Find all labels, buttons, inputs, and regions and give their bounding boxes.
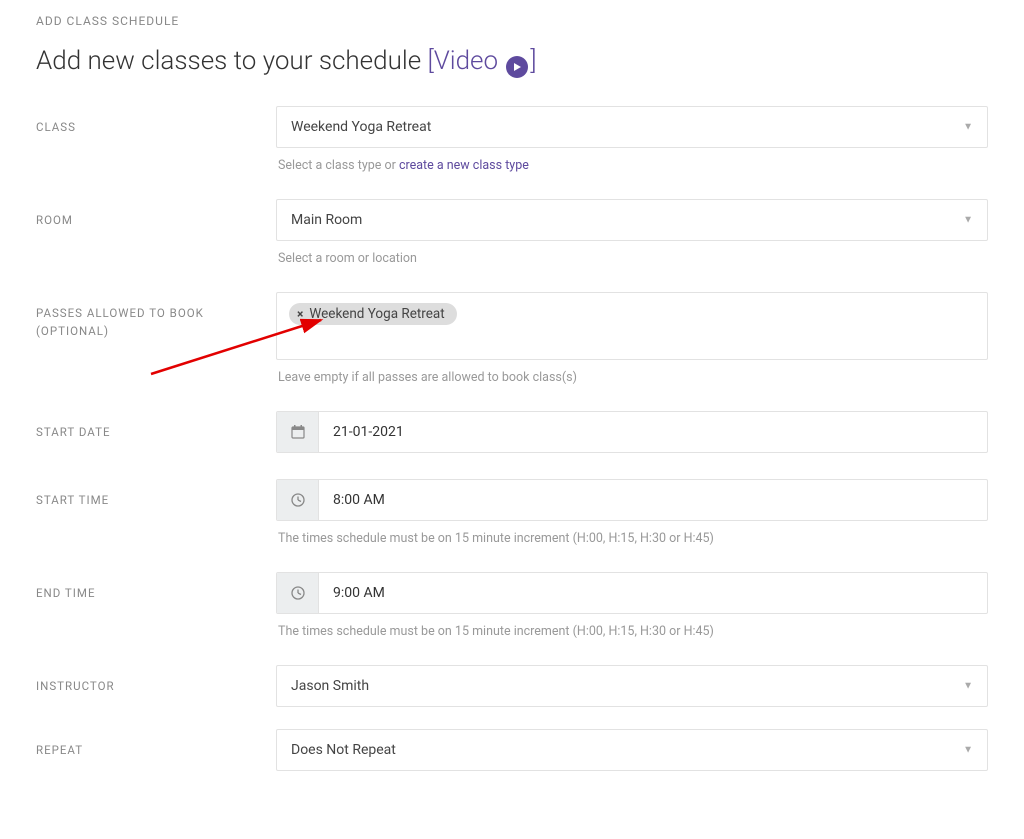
end-time-value: 9:00 AM (319, 575, 399, 611)
calendar-icon (277, 412, 319, 452)
label-class: CLASS (36, 106, 276, 136)
class-select-value: Weekend Yoga Retreat (291, 119, 431, 135)
chip-label: Weekend Yoga Retreat (309, 306, 444, 322)
label-passes: PASSES ALLOWED TO BOOK (OPTIONAL) (36, 292, 276, 341)
chevron-down-icon: ▼ (963, 122, 973, 133)
page-title: Add new classes to your schedule [Video … (36, 46, 988, 78)
video-suffix: ] (530, 46, 536, 76)
chip-remove-icon[interactable]: × (297, 307, 303, 321)
row-end-time: END TIME 9:00 AM The times schedule must… (36, 572, 988, 657)
video-prefix: [Video (427, 46, 504, 76)
row-start-time: START TIME 8:00 AM The times schedule mu… (36, 479, 988, 564)
row-repeat: REPEAT Does Not Repeat ▼ (36, 729, 988, 771)
passes-helper: Leave empty if all passes are allowed to… (278, 370, 988, 385)
room-select[interactable]: Main Room ▼ (276, 199, 988, 241)
start-time-helper: The times schedule must be on 15 minute … (278, 531, 988, 546)
label-repeat: REPEAT (36, 729, 276, 759)
repeat-select-value: Does Not Repeat (291, 742, 396, 758)
start-date-value: 21-01-2021 (319, 414, 418, 450)
label-start-time: START TIME (36, 479, 276, 509)
end-time-input[interactable]: 9:00 AM (276, 572, 988, 614)
repeat-select[interactable]: Does Not Repeat ▼ (276, 729, 988, 771)
start-date-input[interactable]: 21-01-2021 (276, 411, 988, 453)
chevron-down-icon: ▼ (963, 215, 973, 226)
clock-icon (277, 573, 319, 613)
start-time-input[interactable]: 8:00 AM (276, 479, 988, 521)
class-helper: Select a class type or create a new clas… (278, 158, 988, 173)
label-room: ROOM (36, 199, 276, 229)
video-help-link[interactable]: [Video ] (427, 46, 536, 76)
room-select-value: Main Room (291, 212, 362, 228)
room-helper: Select a room or location (278, 251, 988, 266)
pass-chip: × Weekend Yoga Retreat (289, 303, 457, 325)
class-helper-text: Select a class type or (278, 158, 399, 173)
label-instructor: INSTRUCTOR (36, 665, 276, 695)
title-text: Add new classes to your schedule (36, 46, 427, 76)
class-select[interactable]: Weekend Yoga Retreat ▼ (276, 106, 988, 148)
instructor-select[interactable]: Jason Smith ▼ (276, 665, 988, 707)
row-instructor: INSTRUCTOR Jason Smith ▼ (36, 665, 988, 721)
row-room: ROOM Main Room ▼ Select a room or locati… (36, 199, 988, 284)
end-time-helper: The times schedule must be on 15 minute … (278, 624, 988, 639)
create-class-type-link[interactable]: create a new class type (399, 158, 529, 173)
passes-input[interactable]: × Weekend Yoga Retreat (276, 292, 988, 360)
breadcrumb: ADD CLASS SCHEDULE (36, 14, 988, 28)
clock-icon (277, 480, 319, 520)
start-time-value: 8:00 AM (319, 482, 399, 518)
label-end-time: END TIME (36, 572, 276, 602)
row-class: CLASS Weekend Yoga Retreat ▼ Select a cl… (36, 106, 988, 191)
chevron-down-icon: ▼ (963, 681, 973, 692)
chevron-down-icon: ▼ (963, 745, 973, 756)
label-start-date: START DATE (36, 411, 276, 441)
play-icon (506, 56, 528, 78)
row-passes: PASSES ALLOWED TO BOOK (OPTIONAL) × Week… (36, 292, 988, 403)
row-start-date: START DATE 21-01-2021 (36, 411, 988, 471)
instructor-select-value: Jason Smith (291, 678, 369, 694)
